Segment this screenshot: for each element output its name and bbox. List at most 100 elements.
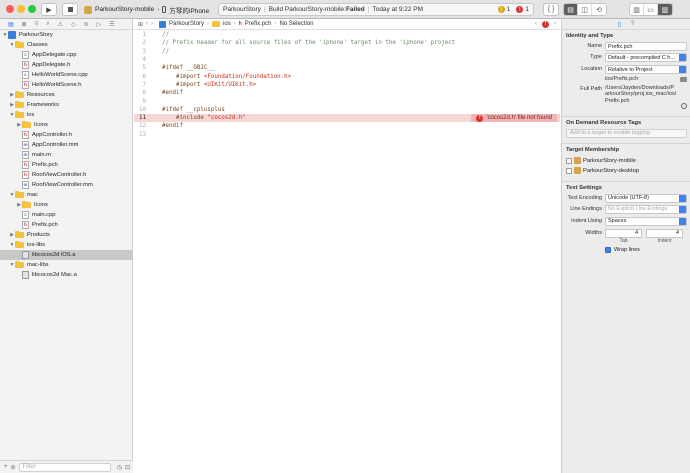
indentusing-popup[interactable]: Spaces bbox=[605, 216, 687, 226]
filter-icon[interactable]: ⊜ bbox=[11, 464, 16, 471]
reveal-in-finder-icon[interactable] bbox=[681, 102, 687, 109]
encoding-popup[interactable]: Unicode (UTF-8) bbox=[605, 193, 687, 203]
tree-file-row[interactable]: h AppDelegate.h bbox=[0, 60, 132, 70]
lineendings-popup[interactable]: No Explicit Line Endings bbox=[605, 204, 687, 214]
code-line[interactable]: 13 bbox=[134, 131, 560, 139]
back-arrow-icon[interactable]: ‹ bbox=[146, 21, 148, 27]
warning-icon[interactable]: ! bbox=[497, 6, 505, 13]
line-number[interactable]: 5 bbox=[134, 65, 152, 71]
breadcrumb-selection[interactable]: No Selection bbox=[279, 21, 313, 27]
bottom-panel-icon[interactable]: ▭ bbox=[644, 4, 658, 15]
target-row[interactable]: ParkourStory-desktop bbox=[566, 166, 687, 176]
tree-group-row[interactable]: ▶ Products bbox=[0, 230, 132, 240]
tree-group-row[interactable]: ▶ Frameworks bbox=[0, 100, 132, 110]
tree-group-row[interactable]: ▶ Icons bbox=[0, 200, 132, 210]
related-items-icon[interactable]: ⊞ bbox=[138, 21, 143, 28]
breadcrumb-file[interactable]: Prefix.pch bbox=[245, 21, 272, 27]
tree-group-row[interactable]: ▼ mac-libs bbox=[0, 260, 132, 270]
activity-viewer[interactable]: ParkourStory | Build ParkourStory-mobile… bbox=[218, 3, 534, 16]
code-area[interactable]: 1 // 2 // Prefix header for all source file… bbox=[134, 31, 560, 139]
target-mobile-checkbox[interactable] bbox=[566, 157, 572, 164]
target-desktop-checkbox[interactable] bbox=[566, 167, 572, 174]
line-number[interactable]: 13 bbox=[134, 132, 152, 138]
source-control-icon[interactable]: ⊠ bbox=[22, 21, 27, 28]
breadcrumb-folder[interactable]: ios bbox=[223, 21, 231, 27]
run-button[interactable]: ▶ bbox=[41, 3, 57, 16]
left-panel-icon[interactable]: ▥ bbox=[630, 4, 644, 15]
close-window-button[interactable] bbox=[6, 5, 14, 13]
recent-files-icon[interactable]: ◷ bbox=[117, 464, 122, 471]
tree-file-row[interactable]: c main.cpp bbox=[0, 210, 132, 220]
tree-group-row[interactable]: ▶ Resources bbox=[0, 90, 132, 100]
tree-file-row[interactable]: c HelloWorldScene.cpp bbox=[0, 70, 132, 80]
breakpoint-icon[interactable]: ▷ bbox=[97, 21, 102, 28]
code-line[interactable]: 8 #endif bbox=[134, 89, 560, 97]
tree-file-row[interactable]: m RootViewController.mm bbox=[0, 180, 132, 190]
test-icon[interactable]: ◇ bbox=[71, 21, 76, 28]
line-number[interactable]: 8 bbox=[134, 90, 152, 96]
line-number[interactable]: 3 bbox=[134, 49, 152, 55]
assistant-editor-icon[interactable]: ⟲ bbox=[592, 4, 606, 15]
line-number[interactable]: 6 bbox=[134, 74, 152, 80]
code-line[interactable]: 10 #ifdef __cplusplus bbox=[134, 106, 560, 114]
error-icon[interactable]: ! bbox=[516, 6, 524, 13]
editor-error-icon[interactable]: ! bbox=[542, 20, 549, 28]
symbol-icon[interactable]: ≡ bbox=[35, 21, 39, 27]
code-line[interactable]: 2 // Prefix header for all source files o… bbox=[134, 39, 560, 47]
filter-input[interactable]: Filter bbox=[18, 462, 111, 472]
tree-group-row[interactable]: ▼ ios-libs bbox=[0, 240, 132, 250]
wrap-lines-checkbox[interactable] bbox=[605, 246, 611, 253]
code-line[interactable]: 1 // bbox=[134, 31, 560, 39]
code-line[interactable]: 3 // bbox=[134, 48, 560, 56]
issue-next-icon[interactable]: › bbox=[554, 21, 556, 27]
tree-file-row[interactable]: m main.m bbox=[0, 150, 132, 160]
file-inspector-icon[interactable]: ▯ bbox=[618, 21, 621, 28]
code-line[interactable]: 5 #ifdef __OBJC__ bbox=[134, 64, 560, 72]
tree-group-row[interactable]: ▼ ParkourStory bbox=[0, 30, 132, 40]
tree-file-row[interactable]: h RootViewController.h bbox=[0, 170, 132, 180]
inline-error-message[interactable]: !'cocos2d.h' file not found bbox=[471, 113, 557, 123]
code-line[interactable]: 12 #endif bbox=[134, 122, 560, 130]
report-icon[interactable]: ☰ bbox=[109, 21, 114, 28]
code-line[interactable]: 11 #include "cocos2d.h"!'cocos2d.h' file… bbox=[134, 113, 560, 123]
forward-arrow-icon[interactable]: › bbox=[151, 21, 153, 27]
folder-icon[interactable]: ▤ bbox=[8, 21, 14, 28]
line-number[interactable]: 7 bbox=[134, 82, 152, 88]
tree-group-row[interactable]: ▼ mac bbox=[0, 190, 132, 200]
tags-field[interactable]: Add to a target to enable tagging bbox=[566, 128, 687, 138]
tree-file-row[interactable]: h Prefix.pch bbox=[0, 160, 132, 170]
find-icon[interactable]: ⌕ bbox=[46, 21, 49, 28]
line-number[interactable]: 1 bbox=[134, 32, 152, 38]
panel-toggle-control[interactable]: ▥ ▭ ▥ bbox=[629, 3, 673, 16]
tree-group-row[interactable]: ▼ Classes bbox=[0, 40, 132, 50]
scheme-selector[interactable]: ParkourStory-mobile › 方琴的iPhone bbox=[84, 3, 209, 16]
location-popup[interactable]: Relative to Project bbox=[605, 65, 687, 74]
folder-browse-icon[interactable] bbox=[680, 77, 687, 82]
issue-navigator-icon[interactable]: ‹ bbox=[535, 21, 537, 27]
debug-icon[interactable]: ≋ bbox=[84, 21, 89, 28]
tree-file-row[interactable]: h Prefix.pch bbox=[0, 220, 132, 230]
name-field[interactable]: Prefix.pch bbox=[605, 42, 687, 51]
tab-width-stepper[interactable]: 4 bbox=[605, 228, 642, 238]
code-braces-icon[interactable]: { } bbox=[544, 4, 558, 15]
stop-button[interactable] bbox=[62, 3, 78, 16]
device-name[interactable]: 方琴的iPhone bbox=[169, 5, 209, 15]
code-line[interactable]: 6 #import <Foundation/Foundation.h> bbox=[134, 72, 560, 80]
indent-width-stepper[interactable]: 4 bbox=[646, 228, 683, 238]
debug-area-toggle-icon[interactable]: ◫ bbox=[578, 4, 592, 15]
tree-group-row[interactable]: ▼ ios bbox=[0, 110, 132, 120]
tree-file-row[interactable]: libcocos2d Mac.a bbox=[0, 270, 132, 280]
line-number[interactable]: 9 bbox=[134, 99, 152, 105]
line-number[interactable]: 12 bbox=[134, 123, 152, 129]
view-toggle-control[interactable]: ▤ ◫ ⟲ bbox=[563, 3, 607, 16]
type-popup[interactable]: Default - precompiled C h... bbox=[605, 53, 687, 62]
tree-group-row[interactable]: ▶ Icons bbox=[0, 120, 132, 130]
tree-file-row[interactable]: libcocos2d iOS.a bbox=[0, 250, 132, 260]
code-line[interactable]: 7 #import <UIKit/UIKit.h> bbox=[134, 81, 560, 89]
quick-help-icon[interactable]: ? bbox=[631, 21, 634, 27]
line-number[interactable]: 10 bbox=[134, 107, 152, 113]
minimize-window-button[interactable] bbox=[17, 5, 25, 13]
target-row[interactable]: ParkourStory-mobile bbox=[566, 156, 687, 166]
zoom-window-button[interactable] bbox=[28, 5, 36, 13]
sort-icon[interactable]: ⊡ bbox=[125, 464, 130, 471]
